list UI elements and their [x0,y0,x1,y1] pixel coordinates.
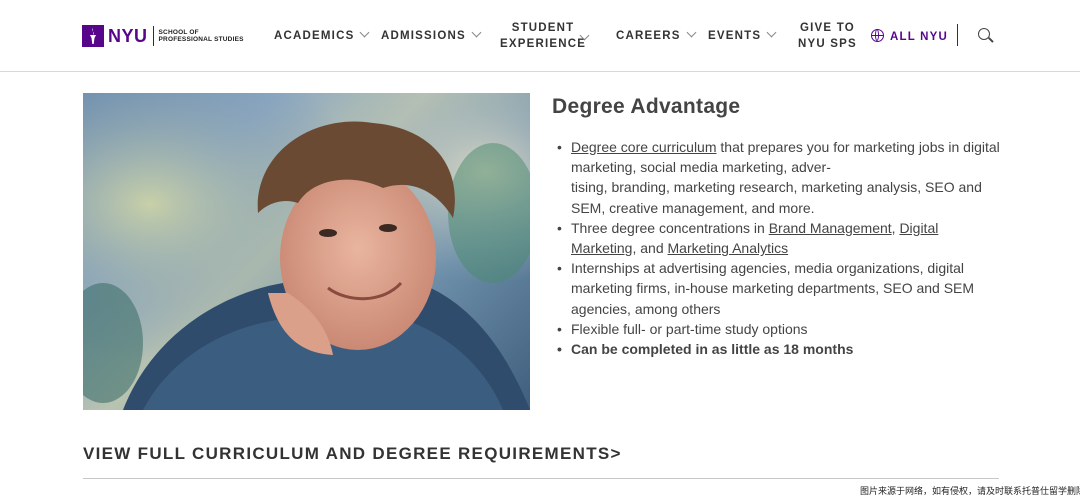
degree-core-curriculum-link[interactable]: Degree core curriculum [571,139,717,155]
logo-school-line1: SCHOOL OF [158,29,199,36]
nav-student-label-line2: EXPERIENCE [500,38,587,50]
nav-events-label: EVENTS [708,30,762,42]
search-icon[interactable] [978,28,990,40]
nav-give-label-line1: GIVE TO [800,22,855,34]
nav-careers-label: CAREERS [616,30,681,42]
watermark-text: 图片来源于网络，如有侵权，请及时联系托普仕留学删除 [860,486,1080,496]
nav-events[interactable]: EVENTS [708,27,777,44]
nav-admissions[interactable]: ADMISSIONS [381,27,482,44]
list-item-text: , and [632,240,668,257]
nav-academics-label: ACADEMICS [274,30,355,42]
nav-careers[interactable]: CAREERS [616,27,697,44]
advantages-list: Degree core curriculum that prepares you… [557,137,1001,359]
chevron-down-icon [766,27,777,38]
nav-academics[interactable]: ACADEMICS [274,27,370,44]
list-item: Can be completed in as little as 18 mont… [557,339,1001,359]
nav-admissions-label: ADMISSIONS [381,30,466,42]
chevron-down-icon [471,27,482,38]
section-divider [83,478,999,479]
chevron-down-icon [360,27,370,38]
view-curriculum-link[interactable]: VIEW FULL CURRICULUM AND DEGREE REQUIREM… [83,444,622,464]
nav-all-nyu[interactable]: ALL NYU [871,27,948,45]
nyu-sps-logo[interactable]: NYU SCHOOL OF PROFESSIONAL STUDIES [82,24,244,48]
brand-management-link[interactable]: Brand Management [769,220,892,236]
nav-divider [957,24,958,46]
marketing-analytics-link[interactable]: Marketing Analytics [668,240,789,256]
logo-school-line2: PROFESSIONAL STUDIES [158,36,244,43]
list-item-text: Three degree concentrations in [571,219,769,236]
nav-student-experience[interactable]: STUDENT EXPERIENCE [500,20,586,52]
globe-icon [871,29,884,42]
list-item: Internships at advertising agencies, med… [557,258,1001,319]
list-item-text: tising, branding, marketing research, ma… [571,179,982,216]
nav-all-nyu-label: ALL NYU [890,31,949,43]
nav-student-label-line1: STUDENT [511,22,575,34]
logo-divider [152,26,154,46]
site-header: NYU SCHOOL OF PROFESSIONAL STUDIES ACADE… [0,0,1080,72]
nav-give-label-line2: NYU SPS [798,38,857,50]
logo-brand: NYU [108,25,148,46]
list-item: Flexible full- or part-time study option… [557,319,1001,339]
chevron-down-icon [686,27,697,38]
nav-give-to-nyu-sps[interactable]: GIVE TO NYU SPS [798,20,857,52]
section-title: Degree Advantage [552,95,741,118]
logo-school-name: SCHOOL OF PROFESSIONAL STUDIES [159,29,244,43]
list-item: Degree core curriculum that prepares you… [557,137,1001,218]
torch-icon [82,25,104,47]
student-photo [83,93,530,410]
list-item: Three degree concentrations in Brand Man… [557,218,1001,258]
